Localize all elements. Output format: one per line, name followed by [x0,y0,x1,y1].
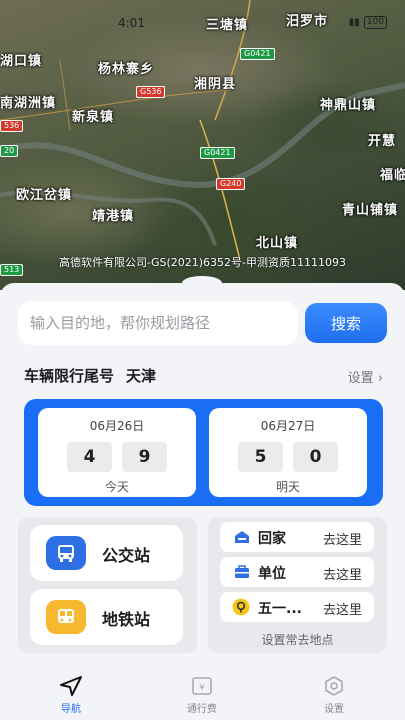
restriction-title: 车辆限行尾号 [24,367,115,385]
place-name: 五一... [258,601,302,617]
restriction-day-card: 06月27日 5 0 明天 [209,408,367,497]
restriction-day-label: 今天 [104,480,129,494]
place-custom[interactable]: 五一... 去这里 [220,592,374,622]
map-copyright: 高德软件有限公司-GS(2021)6352号-甲测资质11111093 [58,256,346,269]
settings-hex-icon [325,676,343,696]
road-sign: G240 [216,178,246,190]
search-button[interactable]: 搜索 [305,303,387,343]
map-rivers [0,0,405,261]
map-label: 神鼎山镇 [320,98,377,113]
destination-search-input[interactable] [18,301,298,345]
restriction-date: 06月27日 [260,419,316,433]
restriction-city: 天津 [126,367,157,385]
road-sign: 20 [0,145,19,157]
tab-label: 通行费 [187,704,217,715]
map-label: 湖口镇 [0,54,43,69]
map-label: 南湖洲镇 [0,96,57,111]
road-sign: 536 [0,120,24,132]
bus-icon [46,536,86,570]
map-label: 北山镇 [256,236,299,251]
metro-station-label: 地铁站 [102,610,151,629]
restriction-digit: 4 [67,442,112,472]
restriction-digit: 5 [238,442,283,472]
restriction-settings-link[interactable]: 设置 › [348,367,383,386]
restriction-digit: 0 [293,442,338,472]
home-icon [235,531,249,543]
map-label: 靖港镇 [92,209,135,224]
place-home[interactable]: 回家 去这里 [220,522,374,552]
place-work[interactable]: 单位 去这里 [220,557,374,587]
map-label: 青山铺镇 [342,203,399,218]
map-label: 湘阴县 [194,77,237,92]
place-name: 单位 [258,566,286,582]
svg-text:¥: ¥ [199,683,205,693]
map-label: 新泉镇 [72,110,115,125]
bus-station-button[interactable]: 公交站 [30,525,183,581]
tab-bar: 导航 ¥ 通行费 设置 [0,675,405,720]
bus-station-label: 公交站 [102,546,151,565]
map-label: 欧江岔镇 [16,188,73,203]
tab-navigation[interactable]: 导航 [31,675,111,715]
bottom-sheet: 搜索 车辆限行尾号天津 设置 › 06月26日 4 9 今天 06月27日 5 … [0,276,405,720]
place-name: 回家 [258,531,286,547]
restriction-day-card: 06月26日 4 9 今天 [38,408,196,497]
map-label: 汨罗市 [286,14,329,29]
frequent-places-panel: 回家 去这里 单位 去这里 五一... 去这里 设置常去地点 [208,517,387,653]
place-go-button[interactable]: 去这里 [323,599,362,618]
place-go-button[interactable]: 去这里 [323,529,362,548]
metro-icon [46,600,86,634]
map-label: 三塘镇 [206,18,249,33]
place-go-button[interactable]: 去这里 [323,564,362,583]
set-frequent-places-link[interactable]: 设置常去地点 [208,631,387,648]
signal-icon: ▮▮ [348,17,360,28]
road-sign: G0421 [200,147,235,159]
search-row: 搜索 [18,301,388,345]
tab-settings[interactable]: 设置 [294,675,374,715]
map-label: 杨林寨乡 [98,62,155,77]
status-time: 4:01 [118,16,145,30]
restriction-digit: 9 [122,442,167,472]
tab-label: 设置 [324,704,344,715]
tab-label: 导航 [61,704,81,715]
metro-station-button[interactable]: 地铁站 [30,589,183,645]
restriction-day-label: 明天 [275,480,300,494]
restriction-header: 车辆限行尾号 天津 [24,365,156,386]
toll-ticket-icon: ¥ [192,677,212,695]
status-icons: ▮▮ 100 [349,16,387,29]
restriction-date: 06月26日 [89,419,145,433]
status-bar: 4:01 ▮▮ 100 [0,14,405,32]
briefcase-icon [235,565,249,578]
transit-panel: 公交站 地铁站 [18,517,197,653]
map-label: 福临 [380,168,405,183]
road-sign: G536 [136,86,166,98]
map-label: 开慧 [368,134,397,149]
map-view[interactable]: 4:01 ▮▮ 100 三塘镇 汨罗市 湖口镇 杨林寨乡 湘阴县 南湖洲镇 神鼎… [0,0,405,290]
sheet-handle [182,276,222,290]
battery-icon: 100 [363,16,387,29]
navigation-arrow-icon [60,676,82,696]
restriction-panel: 06月26日 4 9 今天 06月27日 5 0 明天 [24,399,383,506]
road-sign: G0421 [240,48,275,60]
tab-toll[interactable]: ¥ 通行费 [162,675,242,715]
location-pin-icon [232,598,250,616]
